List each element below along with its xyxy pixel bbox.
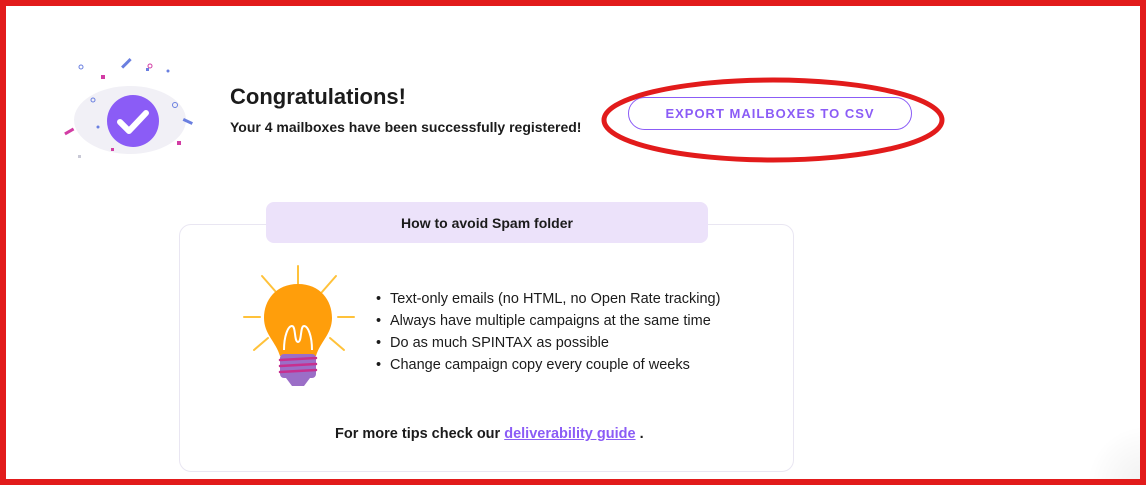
tip-item: Do as much SPINTAX as possible	[376, 332, 720, 354]
congrats-subtitle: Your 4 mailboxes have been successfully …	[230, 119, 582, 135]
tip-item: Change campaign copy every couple of wee…	[376, 354, 720, 376]
tip-item: Always have multiple campaigns at the sa…	[376, 310, 720, 332]
tips-list: Text-only emails (no HTML, no Open Rate …	[376, 288, 720, 376]
corner-shadow	[1086, 425, 1146, 485]
footer-suffix: .	[639, 426, 644, 442]
tip-item: Text-only emails (no HTML, no Open Rate …	[376, 288, 720, 310]
deliverability-guide-link[interactable]: deliverability guide	[504, 426, 635, 442]
tips-heading: How to avoid Spam folder	[266, 202, 708, 243]
export-mailboxes-button[interactable]: EXPORT MAILBOXES TO CSV	[628, 97, 912, 130]
success-check-illustration	[64, 58, 193, 158]
footer-note: For more tips check our deliverability g…	[335, 426, 644, 442]
lightbulb-icon	[243, 265, 355, 386]
congrats-title: Congratulations!	[230, 84, 406, 109]
footer-prefix: For more tips check our	[335, 426, 501, 442]
